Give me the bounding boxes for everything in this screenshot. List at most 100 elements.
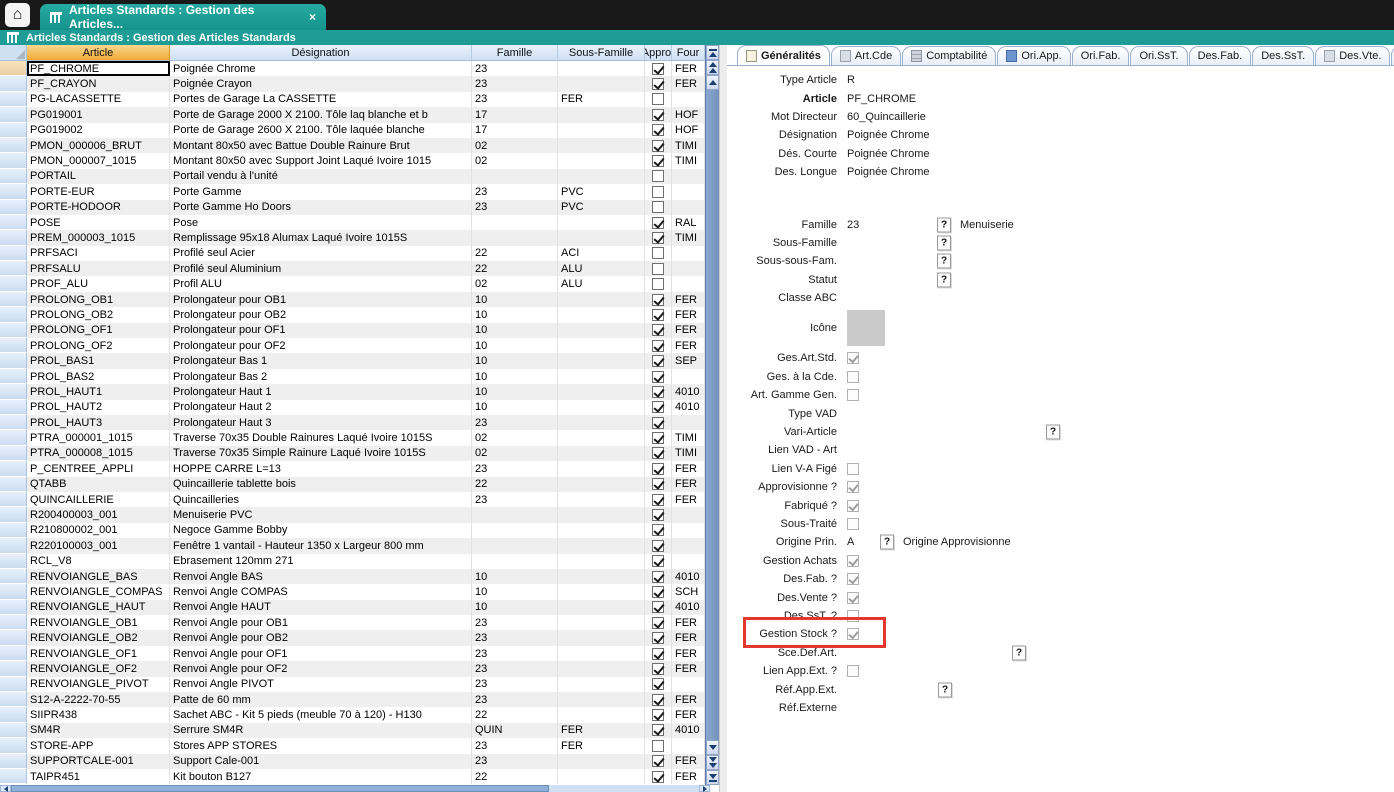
table-row[interactable]: QUINCAILLERIEQuincailleries23FER	[0, 492, 705, 507]
lookup-help-button[interactable]: ?	[1012, 645, 1026, 660]
cell-appro[interactable]	[645, 61, 672, 76]
cell-famille[interactable]	[472, 230, 558, 245]
cell-famille[interactable]: 10	[472, 369, 558, 384]
cell-four[interactable]: FER	[672, 646, 705, 661]
table-row[interactable]: RENVOIANGLE_OB2Renvoi Angle pour OB223FE…	[0, 630, 705, 645]
row-selector[interactable]	[0, 769, 27, 784]
row-selector[interactable]	[0, 738, 27, 753]
cell-article[interactable]: PROL_HAUT3	[27, 415, 170, 430]
row-selector[interactable]	[0, 169, 27, 184]
row-selector[interactable]	[0, 492, 27, 507]
column-header-appro[interactable]: Appro.	[645, 45, 672, 61]
appro-checkbox[interactable]	[652, 648, 664, 660]
appro-checkbox[interactable]	[652, 401, 664, 413]
column-header-four[interactable]: Four	[672, 45, 705, 61]
row-selector[interactable]	[0, 400, 27, 415]
appro-checkbox[interactable]	[652, 771, 664, 783]
cell-sous-famille[interactable]	[558, 307, 645, 322]
cell-appro[interactable]	[645, 446, 672, 461]
row-selector[interactable]	[0, 353, 27, 368]
cell-designation[interactable]: Profilé seul Aluminium	[170, 261, 472, 276]
cell-appro[interactable]	[645, 169, 672, 184]
table-row[interactable]: PROL_HAUT1Prolongateur Haut 1104010	[0, 384, 705, 399]
cell-appro[interactable]	[645, 261, 672, 276]
cell-designation[interactable]: Porte de Garage 2600 X 2100. Tôle laquée…	[170, 123, 472, 138]
scroll-page-down-button[interactable]	[706, 755, 719, 770]
cell-famille[interactable]: 23	[472, 615, 558, 630]
appro-checkbox[interactable]	[652, 524, 664, 536]
sous-trait-checkbox[interactable]	[847, 518, 859, 530]
cell-sous-famille[interactable]	[558, 538, 645, 553]
cell-four[interactable]	[672, 538, 705, 553]
row-selector[interactable]	[0, 569, 27, 584]
cell-four[interactable]: FER	[672, 707, 705, 722]
cell-appro[interactable]	[645, 723, 672, 738]
cell-appro[interactable]	[645, 492, 672, 507]
cell-article[interactable]: PRFSALU	[27, 261, 170, 276]
tab-ori-app[interactable]: Ori.App.	[997, 46, 1070, 65]
table-row[interactable]: RENVOIANGLE_PIVOTRenvoi Angle PIVOT23	[0, 677, 705, 692]
cell-designation[interactable]: Renvoi Angle pour OB1	[170, 615, 472, 630]
appro-checkbox[interactable]	[652, 278, 664, 290]
appro-checkbox[interactable]	[652, 447, 664, 459]
cell-article[interactable]: P_CENTREE_APPLI	[27, 461, 170, 476]
row-selector[interactable]	[0, 200, 27, 215]
table-row[interactable]: RCL_V8Ebrasement 120mm 271	[0, 554, 705, 569]
tab-ori-fab[interactable]: Ori.Fab.	[1072, 46, 1130, 65]
row-selector[interactable]	[0, 384, 27, 399]
table-row[interactable]: PROL_HAUT3Prolongateur Haut 323	[0, 415, 705, 430]
table-row[interactable]: PROL_BAS1Prolongateur Bas 110SEP	[0, 353, 705, 368]
table-row[interactable]: PROLONG_OB2Prolongateur pour OB210FER	[0, 307, 705, 322]
cell-article[interactable]: PROLONG_OB2	[27, 307, 170, 322]
cell-famille[interactable]: 22	[472, 769, 558, 784]
appro-checkbox[interactable]	[652, 155, 664, 167]
cell-four[interactable]: FER	[672, 630, 705, 645]
cell-appro[interactable]	[645, 554, 672, 569]
cell-four[interactable]: TIMI	[672, 153, 705, 168]
row-selector[interactable]	[0, 754, 27, 769]
cell-famille[interactable]: 22	[472, 707, 558, 722]
cell-appro[interactable]	[645, 538, 672, 553]
appro-checkbox[interactable]	[652, 555, 664, 567]
appro-checkbox[interactable]	[652, 140, 664, 152]
des-fab-checkbox[interactable]	[847, 573, 859, 585]
row-selector[interactable]	[0, 415, 27, 430]
cell-designation[interactable]: Stores APP STORES	[170, 738, 472, 753]
cell-sous-famille[interactable]	[558, 477, 645, 492]
home-button[interactable]: ⌂	[5, 3, 30, 27]
cell-famille[interactable]	[472, 554, 558, 569]
cell-four[interactable]	[672, 200, 705, 215]
table-row[interactable]: PROLONG_OF2Prolongateur pour OF210FER	[0, 338, 705, 353]
cell-designation[interactable]: Profil ALU	[170, 276, 472, 291]
cell-four[interactable]	[672, 677, 705, 692]
cell-famille[interactable]: 10	[472, 323, 558, 338]
row-selector[interactable]	[0, 692, 27, 707]
row-selector[interactable]	[0, 107, 27, 122]
cell-famille[interactable]: 23	[472, 492, 558, 507]
appro-checkbox[interactable]	[652, 617, 664, 629]
appro-checkbox[interactable]	[652, 63, 664, 75]
cell-famille[interactable]: 02	[472, 276, 558, 291]
cell-article[interactable]: PORTE-EUR	[27, 184, 170, 199]
cell-appro[interactable]	[645, 323, 672, 338]
appro-checkbox[interactable]	[652, 294, 664, 306]
column-header-famille[interactable]: Famille	[472, 45, 558, 61]
cell-four[interactable]: HOF	[672, 123, 705, 138]
cell-appro[interactable]	[645, 276, 672, 291]
cell-four[interactable]: FER	[672, 338, 705, 353]
des-vente-checkbox[interactable]	[847, 592, 859, 604]
gestion-achats-checkbox[interactable]	[847, 555, 859, 567]
cell-four[interactable]: FER	[672, 661, 705, 676]
cell-article[interactable]: SIIPR438	[27, 707, 170, 722]
appro-checkbox[interactable]	[652, 232, 664, 244]
row-selector[interactable]	[0, 538, 27, 553]
appro-checkbox[interactable]	[652, 124, 664, 136]
cell-sous-famille[interactable]	[558, 430, 645, 445]
cell-appro[interactable]	[645, 307, 672, 322]
cell-designation[interactable]: Profilé seul Acier	[170, 246, 472, 261]
table-row[interactable]: PROLONG_OF1Prolongateur pour OF110FER	[0, 323, 705, 338]
table-row[interactable]: PF_CHROMEPoignée Chrome23FER	[0, 61, 705, 76]
cell-article[interactable]: PORTE-HODOOR	[27, 200, 170, 215]
cell-famille[interactable]: 10	[472, 400, 558, 415]
cell-designation[interactable]: Kit bouton B127	[170, 769, 472, 784]
